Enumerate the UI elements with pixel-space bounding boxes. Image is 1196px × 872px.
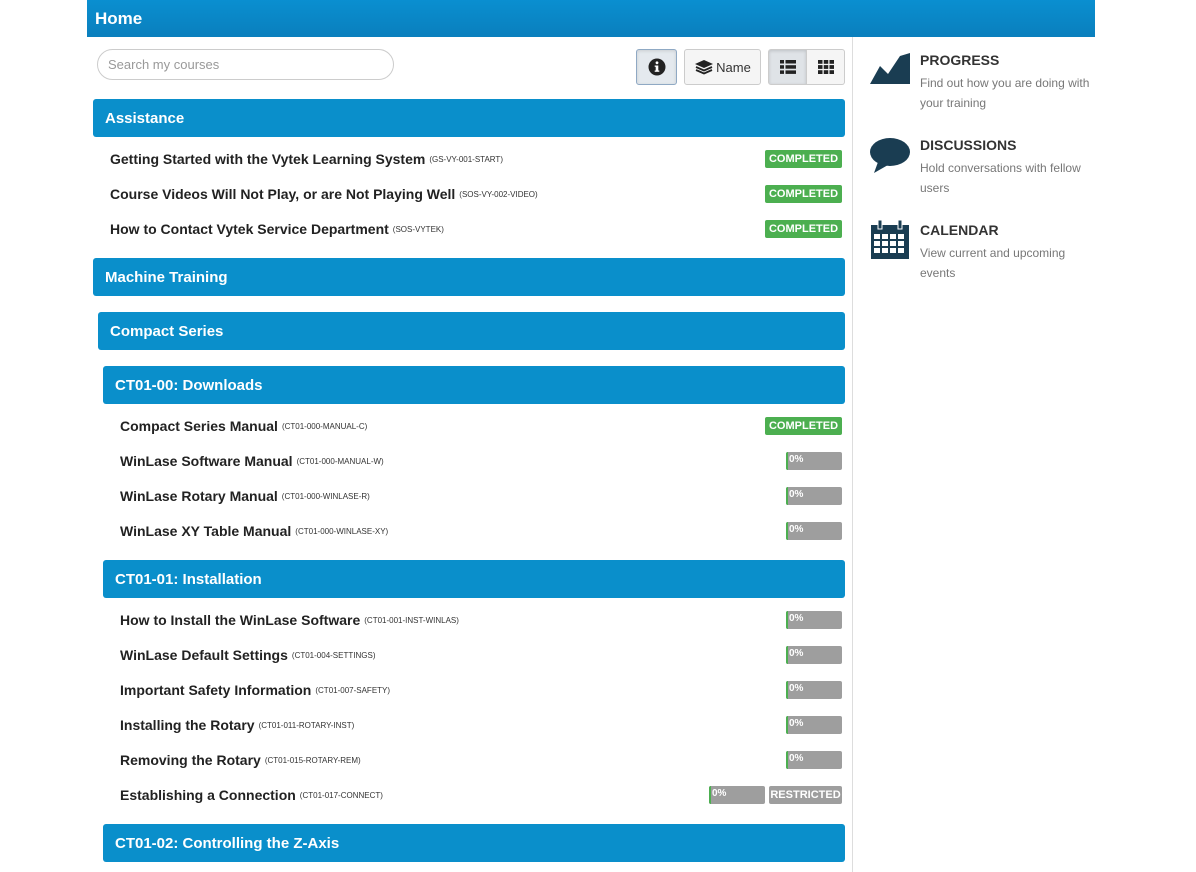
course-title[interactable]: How to Contact Vytek Service Department [110, 221, 389, 237]
progress-bar: 0% [786, 452, 842, 470]
speech-bubble-icon [870, 138, 910, 173]
course-item[interactable]: Important Safety Information (CT01-007-SA… [120, 678, 842, 702]
course-title[interactable]: WinLase XY Table Manual [120, 523, 291, 539]
category-ct01-01-installation[interactable]: CT01-01: Installation [103, 560, 845, 598]
category-ct01-02-z-axis[interactable]: CT01-02: Controlling the Z-Axis [103, 824, 845, 862]
course-code: (CT01-000-MANUAL-W) [296, 456, 384, 466]
course-code: (CT01-015-ROTARY-REM) [264, 755, 361, 765]
layers-icon [695, 60, 714, 75]
course-code: (CT01-007-SAFETY) [315, 685, 391, 695]
course-title[interactable]: WinLase Software Manual [120, 453, 293, 469]
course-title[interactable]: How to Install the WinLase Software [120, 612, 360, 628]
category-ct01-00-downloads[interactable]: CT01-00: Downloads [103, 366, 845, 404]
progress-bar: 0% [786, 522, 842, 540]
course-item[interactable]: How to Install the WinLase Software (CT01… [120, 608, 842, 632]
course-item[interactable]: How to Contact Vytek Service Department(… [110, 217, 842, 241]
status-badge: COMPLETED [765, 150, 842, 168]
course-item[interactable]: Compact Series Manual (CT01-000-MANUAL-C)… [120, 414, 842, 438]
calendar-icon [871, 220, 909, 259]
course-item[interactable]: Establishing a Connection (CT01-017-CONNE… [120, 783, 842, 807]
course-item[interactable]: WinLase Software Manual (CT01-000-MANUAL-… [120, 449, 842, 473]
sort-by-name-button[interactable]: Name [684, 49, 761, 85]
category-assistance[interactable]: Assistance [93, 99, 845, 137]
category-machine-training[interactable]: Machine Training [93, 258, 845, 296]
page-title: Home [95, 9, 143, 28]
course-code: (CT01-011-ROTARY-INST) [258, 720, 355, 730]
sidebar-item-desc: Find out how you are doing with your tra… [920, 76, 1090, 110]
course-item[interactable]: WinLase Default Settings (CT01-004-SETTIN… [120, 643, 842, 667]
sidebar-item-discussions[interactable]: DISCUSSIONS Hold conversations with fell… [870, 135, 1090, 205]
course-code: (GS-VY-001-START) [429, 154, 503, 164]
page-header: Home [87, 0, 1095, 37]
info-circle-icon [648, 58, 665, 76]
grid-view-button[interactable] [807, 49, 845, 85]
course-title[interactable]: Getting Started with the Vytek Learning … [110, 151, 425, 167]
course-code: (SOS-VYTEK) [392, 224, 444, 234]
category-compact-series[interactable]: Compact Series [98, 312, 845, 350]
course-title[interactable]: Compact Series Manual [120, 418, 278, 434]
course-title[interactable]: Establishing a Connection [120, 787, 296, 803]
status-badge: COMPLETED [765, 417, 842, 435]
chart-icon [870, 53, 910, 84]
grid-view-icon [817, 60, 834, 74]
course-list-panel: Name Assistance Machine Training Compact… [87, 37, 853, 872]
progress-bar: 0% [786, 646, 842, 664]
course-title[interactable]: Important Safety Information [120, 682, 311, 698]
sidebar-item-progress[interactable]: PROGRESS Find out how you are doing with… [870, 50, 1090, 120]
progress-bar: 0% [709, 786, 765, 804]
course-item[interactable]: WinLase XY Table Manual (CT01-000-WINLASE… [120, 519, 842, 543]
course-code: (CT01-001-INST-WINLAS) [364, 615, 459, 625]
course-item[interactable]: WinLase Rotary Manual (CT01-000-WINLASE-R… [120, 484, 842, 508]
list-view-button[interactable] [768, 49, 807, 85]
progress-bar: 0% [786, 611, 842, 629]
sidebar-item-title[interactable]: DISCUSSIONS [920, 137, 1016, 153]
sidebar-item-title[interactable]: PROGRESS [920, 52, 999, 68]
course-item[interactable]: Course Videos Will Not Play, or are Not … [110, 182, 842, 206]
sort-label: Name [716, 59, 751, 75]
info-button[interactable] [636, 49, 677, 85]
progress-bar: 0% [786, 681, 842, 699]
sidebar-item-desc: Hold conversations with fellow users [920, 161, 1081, 195]
course-code: (CT01-004-SETTINGS) [291, 650, 376, 660]
course-title[interactable]: Installing the Rotary [120, 717, 255, 733]
course-title[interactable]: WinLase Default Settings [120, 647, 288, 663]
progress-bar: 0% [786, 751, 842, 769]
sidebar-item-calendar[interactable]: CALENDAR View current and upcoming event… [870, 220, 1090, 290]
restricted-badge: RESTRICTED [769, 786, 842, 804]
progress-bar: 0% [786, 716, 842, 734]
course-code: (CT01-017-CONNECT) [299, 790, 383, 800]
course-code: (CT01-000-WINLASE-R) [281, 491, 370, 501]
course-code: (SOS-VY-002-VIDEO) [459, 189, 538, 199]
course-item[interactable]: Getting Started with the Vytek Learning … [110, 147, 842, 171]
course-code: (CT01-000-WINLASE-XY) [295, 526, 389, 536]
course-code: (CT01-000-MANUAL-C) [281, 421, 368, 431]
course-title[interactable]: WinLase Rotary Manual [120, 488, 278, 504]
progress-bar: 0% [786, 487, 842, 505]
status-badge: COMPLETED [765, 185, 842, 203]
list-view-icon [779, 60, 796, 74]
search-input[interactable] [97, 49, 394, 80]
sidebar-item-title[interactable]: CALENDAR [920, 222, 999, 238]
status-badge: COMPLETED [765, 220, 842, 238]
course-title[interactable]: Removing the Rotary [120, 752, 261, 768]
course-item[interactable]: Removing the Rotary (CT01-015-ROTARY-REM)… [120, 748, 842, 772]
course-item[interactable]: Installing the Rotary (CT01-011-ROTARY-IN… [120, 713, 842, 737]
sidebar-item-desc: View current and upcoming events [920, 246, 1066, 280]
view-toggle [768, 49, 845, 85]
course-title[interactable]: Course Videos Will Not Play, or are Not … [110, 186, 455, 202]
